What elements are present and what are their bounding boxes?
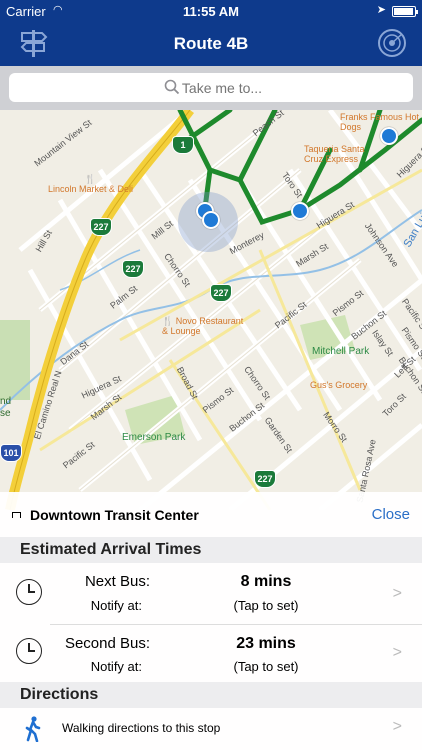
- search-icon: [164, 79, 180, 95]
- radar-button[interactable]: [376, 28, 408, 58]
- poi-name: Lincoln Market & Deli: [48, 184, 134, 194]
- directions-header-label: Directions: [20, 686, 99, 703]
- poi-label[interactable]: Gus's Grocery: [310, 380, 367, 390]
- status-time: 11:55 AM: [183, 4, 239, 19]
- poi-name: Novo Restaurant & Lounge: [162, 316, 244, 336]
- highway-shield-icon: 227: [210, 284, 232, 302]
- search-bar: [0, 66, 422, 110]
- highway-shield-icon: 227: [254, 470, 276, 488]
- highway-shield-icon: 227: [90, 218, 112, 236]
- chevron-right-icon: >: [392, 585, 402, 602]
- location-arrow-icon: ➤: [376, 4, 386, 16]
- notify-label: Notify at:: [90, 659, 142, 674]
- chevron-right-icon: >: [392, 718, 402, 735]
- park-label: Mitchell Park: [312, 346, 370, 357]
- highway-shield-icon: 227: [122, 260, 144, 278]
- stop-name: Downtown Transit Center: [30, 507, 199, 523]
- arrivals-header-label: Estimated Arrival Times: [20, 541, 202, 558]
- poi-name: Taqueria Santa Cruz Express: [304, 144, 365, 164]
- bus-stop-icon: [12, 512, 21, 518]
- poi-label[interactable]: Taqueria Santa Cruz Express: [304, 144, 376, 164]
- map-view[interactable]: Mountain View St Peach St Mill St Hill S…: [0, 110, 422, 510]
- search-box: [9, 73, 413, 102]
- second-bus-time: 23 mins: [236, 635, 296, 652]
- poi-name: Franks Famous Hot Dogs: [340, 112, 420, 132]
- search-input[interactable]: [9, 73, 413, 102]
- map-canvas: [0, 110, 422, 510]
- bus-stop-marker[interactable]: [202, 211, 220, 229]
- next-bus-label: Next Bus:: [84, 573, 150, 590]
- radar-icon: [378, 29, 406, 57]
- chevron-right-icon: >: [392, 644, 402, 661]
- walking-directions-row[interactable]: Walking directions to this stop >: [0, 708, 422, 750]
- second-bus-row[interactable]: Second Bus: Notify at: 23 mins (Tap to s…: [0, 622, 422, 684]
- park-label-partial: se: [0, 408, 11, 419]
- park-label: Emerson Park: [122, 432, 186, 443]
- highway-shield-icon: 1: [172, 136, 194, 154]
- tap-to-set[interactable]: (Tap to set): [210, 659, 322, 674]
- walking-person-icon: [25, 716, 41, 742]
- food-icon: 🍴: [84, 174, 97, 184]
- next-bus-row[interactable]: Next Bus: Notify at: 8 mins (Tap to set)…: [0, 563, 422, 625]
- poi-label[interactable]: Franks Famous Hot Dogs: [340, 112, 420, 132]
- food-icon: 🍴: [162, 316, 174, 326]
- poi-label[interactable]: 🍴 Lincoln Market & Deli: [48, 174, 133, 194]
- close-button[interactable]: Close: [372, 506, 410, 523]
- poi-name: Gus's Grocery: [310, 380, 368, 390]
- page-title: Route 4B: [173, 34, 249, 53]
- stop-detail-sheet: Downtown Transit Center Close Estimated …: [0, 492, 422, 750]
- highway-shield-icon: 101: [0, 444, 22, 462]
- next-bus-time: 8 mins: [240, 573, 292, 590]
- notify-label: Notify at:: [90, 598, 142, 613]
- second-bus-label: Second Bus:: [64, 635, 150, 652]
- nav-bar: Carrier ◠ 11:55 AM ➤ Route 4B: [0, 0, 422, 66]
- status-bar: Carrier ◠ 11:55 AM ➤: [0, 0, 422, 22]
- clock-icon: [16, 579, 42, 605]
- arrivals-header: Estimated Arrival Times: [0, 537, 422, 563]
- stop-header: Downtown Transit Center Close: [0, 492, 422, 537]
- directions-header: Directions: [0, 682, 422, 708]
- bus-marker[interactable]: [291, 202, 309, 220]
- walking-directions-label: Walking directions to this stop: [62, 721, 221, 735]
- tap-to-set[interactable]: (Tap to set): [210, 598, 322, 613]
- park-label-partial: nd: [0, 396, 12, 407]
- clock-icon: [16, 638, 42, 664]
- battery-icon: [392, 6, 418, 17]
- poi-label[interactable]: 🍴 Novo Restaurant & Lounge: [162, 316, 244, 336]
